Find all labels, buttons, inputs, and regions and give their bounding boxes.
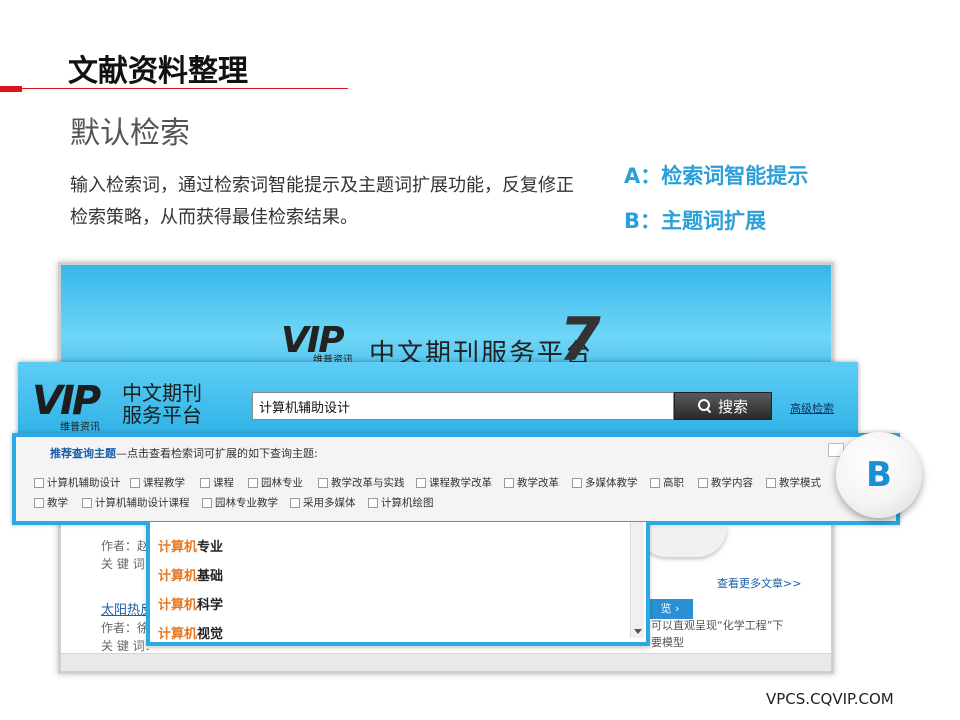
topic-item-label: 采用多媒体 [303,497,356,509]
search-icon [697,399,712,413]
checkbox-icon[interactable] [290,497,300,508]
topic-item[interactable]: 教学模式 [766,475,821,490]
topic-item[interactable]: 课程 [200,475,234,490]
search-button-label: 搜索 [717,397,748,416]
title-accent-mark [0,86,22,92]
checkbox-icon[interactable] [200,477,210,488]
checkbox-icon[interactable] [698,477,708,488]
topic-item-label: 多媒体教学 [585,477,638,489]
suggestion-rest: 科学 [197,598,224,613]
logo-subtext: 维普资讯 [60,422,100,433]
checkbox-icon[interactable] [572,477,582,488]
topic-item[interactable]: 教学 [34,495,68,510]
search-suggestion-dropdown: 计算机专业 计算机基础 计算机科学 计算机视觉 [146,522,650,646]
topic-item[interactable]: 计算机辅助设计 [34,475,121,490]
suggestion-item[interactable]: 计算机基础 [158,565,223,584]
logo-title: 中文期刊服务平台 [122,381,202,427]
footer-url: VPCS.CQVIP.COM [766,690,894,708]
checkbox-icon[interactable] [504,477,514,488]
checkbox-icon[interactable] [34,477,44,488]
suggestion-rest: 视觉 [197,627,224,642]
checkbox-icon[interactable] [318,477,328,488]
suggestion-highlight: 计算机 [158,540,198,555]
topic-item-label: 园林专业教学 [215,497,278,509]
topic-item-label: 教学 [47,497,68,509]
topic-item[interactable]: 教学改革与实践 [318,475,405,490]
topic-item-label: 教学改革 [517,477,559,489]
advanced-search-link[interactable]: 高级检索 [790,400,834,416]
background-right-line-2: 要模型 [651,636,684,649]
background-bottom-band [61,653,831,671]
topic-heading-rest: —点击查看检索词可扩展的如下查询主题: [116,447,318,460]
background-author-1: 作者：赵 [101,539,150,553]
background-author-2: 作者：徐 [101,621,150,635]
suggestion-highlight: 计算机 [158,627,198,642]
checkbox-icon[interactable] [368,497,378,508]
topic-item-label: 计算机辅助设计 [47,477,121,489]
checkbox-icon[interactable] [248,477,258,488]
topic-item-label: 课程 [213,477,234,489]
feature-a-label: A：检索词智能提示 [624,164,809,188]
checkbox-icon[interactable] [650,477,660,488]
topic-item-label: 教学内容 [711,477,753,489]
checkbox-icon[interactable] [82,497,92,508]
topic-item-label: 课程教学改革 [429,477,492,489]
topic-item[interactable]: 采用多媒体 [290,495,356,510]
background-right-line-1: 可以直观呈现“化学工程”下 [651,619,784,632]
suggestion-item[interactable]: 计算机专业 [158,536,223,555]
slide-subtitle: 默认检索 [70,116,190,151]
topic-item[interactable]: 园林专业教学 [202,495,278,510]
suggestion-rest: 专业 [197,540,224,555]
search-button[interactable]: 搜索 [674,392,772,420]
background-right-description: 可以直观呈现“化学工程”下 要模型 [651,617,783,651]
title-divider [22,88,348,89]
suggestion-item[interactable]: 计算机视觉 [158,623,223,642]
checkbox-icon[interactable] [766,477,776,488]
scroll-down-arrow-icon[interactable] [634,629,642,634]
background-browse-button[interactable]: 览 › [647,599,693,619]
checkbox-icon[interactable] [130,477,140,488]
topic-item-label: 课程教学 [143,477,185,489]
checkbox-icon[interactable] [202,497,212,508]
topic-panel-heading: 推荐查询主题—点击查看检索词可扩展的如下查询主题: [50,445,318,461]
topic-item[interactable]: 多媒体教学 [572,475,638,490]
slide-title: 文献资料整理 [68,54,248,89]
topic-item[interactable]: 教学内容 [698,475,753,490]
suggestion-scrollbar[interactable] [630,522,644,638]
checkbox-icon[interactable] [34,497,44,508]
suggestion-item[interactable]: 计算机科学 [158,594,223,613]
topic-heading-strong: 推荐查询主题 [50,447,116,460]
suggestion-highlight: 计算机 [158,598,198,613]
topic-item-label: 计算机绘图 [381,497,434,509]
topic-item[interactable]: 课程教学 [130,475,185,490]
suggestion-highlight: 计算机 [158,569,198,584]
topic-item[interactable]: 计算机绘图 [368,495,434,510]
topic-item[interactable]: 课程教学改革 [416,475,492,490]
suggestion-rest: 基础 [197,569,224,584]
callout-badge-b: B [836,432,922,518]
topic-item-label: 园林专业 [261,477,303,489]
topic-item[interactable]: 高职 [650,475,684,490]
checkbox-icon[interactable] [416,477,426,488]
search-input[interactable] [252,392,674,420]
topic-item-label: 教学改革与实践 [331,477,405,489]
topic-item[interactable]: 教学改革 [504,475,559,490]
more-articles-link[interactable]: 查看更多文章>> [717,575,801,591]
slide-description: 输入检索词，通过检索词智能提示及主题词扩展功能，反复修正检索策略，从而获得最佳检… [70,175,574,228]
background-circle-badge [637,527,727,557]
topic-item[interactable]: 园林专业 [248,475,303,490]
topic-expansion-panel: 推荐查询主题—点击查看检索词可扩展的如下查询主题: 计算机辅助设计 课程教学 课… [12,433,900,525]
topic-item-label: 计算机辅助设计课程 [95,497,190,509]
topic-item-label: 教学模式 [779,477,821,489]
search-header: VIP 维普资讯 中文期刊服务平台 搜索 高级检索 [18,362,858,436]
feature-b-label: B：主题词扩展 [624,209,767,233]
topic-item-label: 高职 [663,477,684,489]
topic-item[interactable]: 计算机辅助设计课程 [82,495,190,510]
